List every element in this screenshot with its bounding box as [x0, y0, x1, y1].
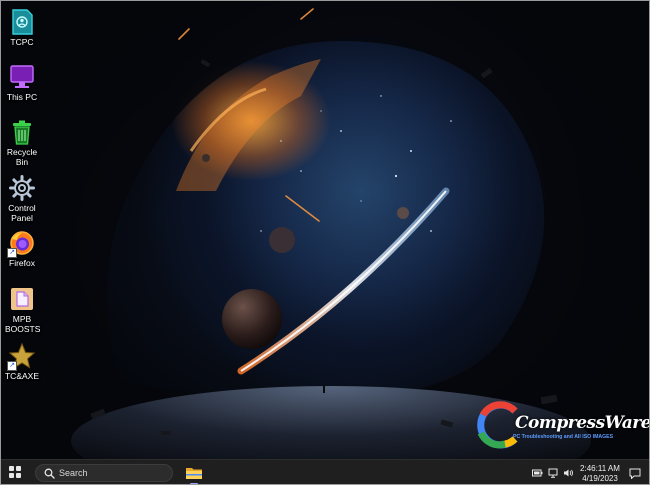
search-label: Search	[59, 468, 88, 478]
desktop-icon-label: This PC	[6, 92, 38, 102]
desktop-icon-label: MPB BOOSTS	[5, 314, 41, 334]
taskbar: Search 2:46:11 AM 4/19/2023	[1, 459, 649, 484]
desktop-icon-label: TCPC	[10, 37, 34, 47]
taskbar-file-explorer[interactable]	[185, 464, 203, 484]
notification-icon[interactable]	[629, 468, 641, 479]
battery-icon[interactable]	[532, 468, 543, 478]
shortcut-arrow-icon: ↗	[7, 361, 17, 371]
desktop-icon-label: Control Panel	[8, 203, 36, 223]
firefox-icon: ↗	[7, 229, 36, 258]
recycle-bin-icon	[8, 118, 36, 146]
windows-logo-pane	[9, 473, 14, 478]
monitor-icon	[8, 63, 36, 91]
screen: TCPC This PC Recycle Bin Control Panel ↗…	[0, 0, 650, 485]
desktop-wallpaper	[1, 1, 649, 459]
desktop-icon-firefox[interactable]: ↗ Firefox	[1, 229, 43, 268]
desktop-icon-tcpc[interactable]: TCPC	[1, 8, 43, 47]
network-icon[interactable]	[548, 468, 559, 478]
folder-icon	[186, 468, 202, 479]
file-icon	[8, 285, 36, 313]
watermark-tagline: PC Troubleshooting and All ISO IMAGES	[513, 434, 614, 440]
desktop-icon-label: Firefox	[9, 258, 35, 268]
watermark-brand: CompressWare	[515, 413, 650, 433]
windows-logo-icon	[9, 466, 14, 471]
taskbar-search[interactable]: Search	[35, 464, 173, 482]
speaker-icon[interactable]	[563, 468, 574, 478]
start-button[interactable]	[9, 466, 23, 480]
star-icon: ↗	[7, 342, 36, 371]
taskbar-clock[interactable]: 2:46:11 AM 4/19/2023	[577, 464, 623, 484]
clock-time: 2:46:11 AM	[580, 464, 620, 473]
shortcut-arrow-icon: ↗	[7, 248, 17, 258]
desktop-icon-label: TC&AXE	[4, 371, 39, 381]
desktop-icon-label: Recycle Bin	[6, 147, 38, 167]
desktop-icon-this-pc[interactable]: This PC	[1, 63, 43, 102]
gear-icon	[8, 174, 36, 202]
windows-logo-pane	[16, 466, 21, 471]
windows-logo-pane	[16, 473, 21, 478]
compressware-watermark: CompressWare PC Troubleshooting and All …	[475, 399, 649, 451]
user-folder-icon	[8, 8, 36, 36]
desktop-icon-control-panel[interactable]: Control Panel	[1, 174, 43, 223]
search-icon	[44, 468, 55, 479]
clock-date: 4/19/2023	[582, 474, 618, 483]
desktop-icon-tc-axe[interactable]: ↗ TC&AXE	[1, 342, 43, 381]
desktop-icon-mpb-boosts[interactable]: MPB BOOSTS	[1, 285, 43, 334]
desktop-icon-recycle-bin[interactable]: Recycle Bin	[1, 118, 43, 167]
wallpaper-art	[1, 1, 649, 459]
